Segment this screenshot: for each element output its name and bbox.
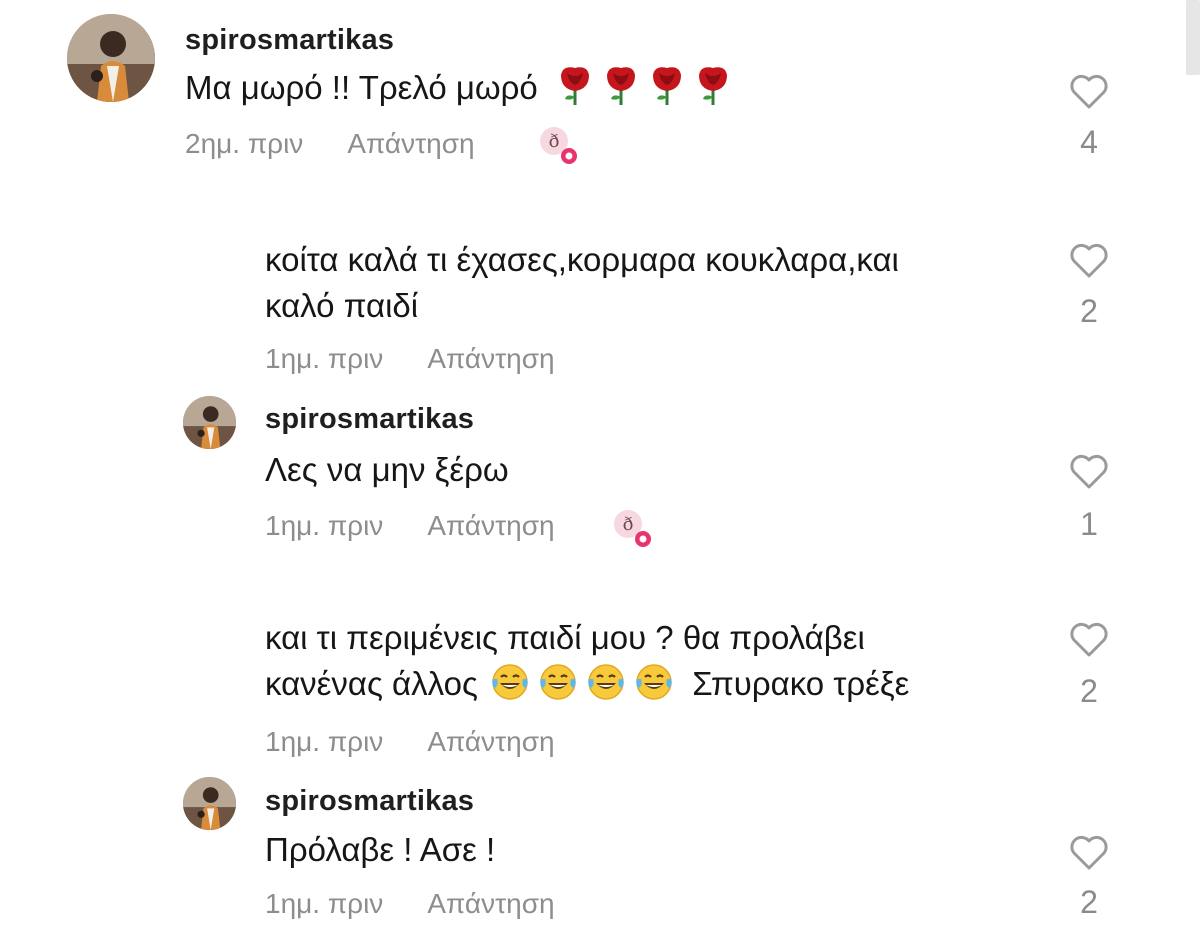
reply-button[interactable]: Απάντηση	[427, 510, 554, 541]
comment-text-content: Μα μωρό !! Τρελό μωρό	[185, 69, 538, 106]
comment-text-line: και τι περιμένεις παιδί μου ? θα προλάβε…	[265, 619, 865, 656]
rose-emoji	[560, 65, 729, 105]
comment-time: 1ημ. πριν	[265, 888, 384, 919]
comment-username[interactable]: spirosmartikas	[185, 24, 394, 57]
comment-text-line: καλό παιδί	[265, 287, 419, 324]
comment-time: 1ημ. πριν	[265, 510, 384, 541]
comment-text: Μα μωρό !! Τρελό μωρό	[185, 64, 735, 111]
comment-text: Λες να μην ξέρω	[265, 451, 509, 488]
scrollbar[interactable]	[1186, 0, 1200, 75]
heart-icon[interactable]	[1069, 622, 1109, 658]
reply-button[interactable]: Απάντηση	[427, 888, 554, 919]
comment-time: 1ημ. πριν	[265, 726, 384, 757]
comment-text-line: κανένας άλλος Σπυρακο τρέξε	[265, 660, 909, 707]
comment-text-line: κοίτα καλά τι έχασες,κορμαρα κουκλαρα,κα…	[265, 241, 899, 278]
heart-icon[interactable]	[1069, 835, 1109, 871]
comment-meta: 1ημ. πριν Απάντηση	[265, 888, 555, 920]
avatar[interactable]	[67, 14, 155, 102]
comment-text-part: κανένας άλλος	[265, 665, 478, 702]
comment-meta: 2ημ. πριν Απάντηση	[185, 128, 475, 160]
comment-meta: 1ημ. πριν Απάντηση	[265, 510, 555, 542]
like-count: 2	[1080, 884, 1098, 920]
reply-button[interactable]: Απάντηση	[427, 343, 554, 374]
avatar[interactable]	[183, 777, 236, 830]
like-count: 4	[1080, 124, 1098, 160]
comment-meta: 1ημ. πριν Απάντηση	[265, 726, 555, 758]
like-count: 2	[1080, 293, 1098, 329]
avatar[interactable]	[183, 396, 236, 449]
comment-time: 2ημ. πριν	[185, 128, 304, 159]
laughing-tears-emoji	[492, 663, 673, 701]
comment-text-part: Σπυρακο τρέξε	[692, 665, 910, 702]
heart-icon[interactable]	[1069, 454, 1109, 490]
comment-meta: 1ημ. πριν Απάντηση	[265, 343, 555, 375]
heart-icon[interactable]	[1069, 243, 1109, 279]
heart-icon[interactable]	[1069, 74, 1109, 110]
reply-button[interactable]: Απάντηση	[427, 726, 554, 757]
comment-username[interactable]: spirosmartikas	[265, 403, 474, 436]
svg-text:ð: ð	[549, 131, 560, 152]
like-count: 1	[1080, 506, 1098, 542]
comment-time: 1ημ. πριν	[265, 343, 384, 374]
reply-button[interactable]: Απάντηση	[347, 128, 474, 159]
comment-text: Πρόλαβε ! Ασε !	[265, 831, 496, 868]
creator-liked-icon: ð	[614, 510, 651, 547]
comment-username[interactable]: spirosmartikas	[265, 785, 474, 818]
creator-liked-icon: ð	[540, 127, 577, 164]
svg-text:ð: ð	[623, 514, 634, 535]
rose-emoji-group	[555, 65, 735, 106]
like-count: 2	[1080, 673, 1098, 709]
